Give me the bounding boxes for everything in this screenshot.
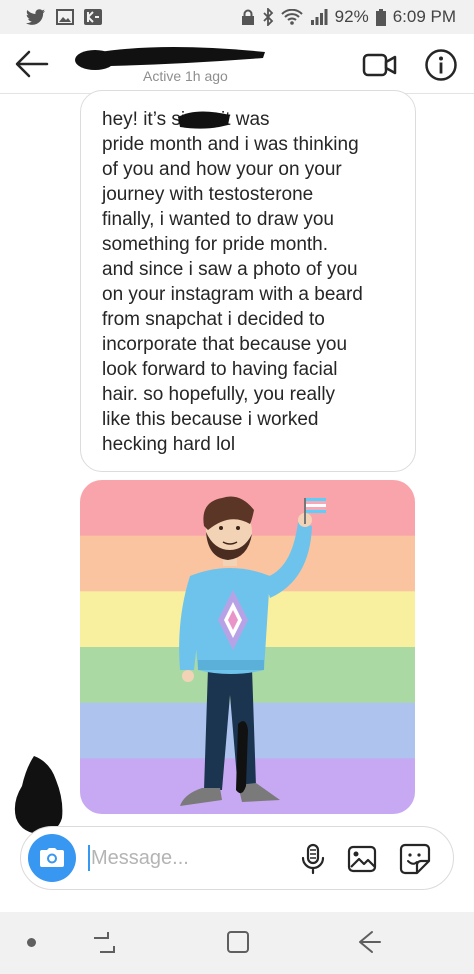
camera-icon bbox=[40, 848, 64, 867]
info-icon[interactable] bbox=[424, 48, 458, 82]
twitter-icon bbox=[26, 9, 45, 25]
wifi-icon bbox=[280, 9, 303, 25]
battery-percent: 92% bbox=[334, 7, 369, 26]
gallery-icon bbox=[56, 9, 74, 25]
gallery-icon[interactable] bbox=[347, 845, 377, 873]
microphone-icon[interactable] bbox=[299, 843, 327, 875]
status-bar: 92% 6:09 PM bbox=[0, 0, 474, 34]
message-composer bbox=[20, 826, 454, 890]
shared-drawing-image[interactable] bbox=[80, 480, 415, 814]
redacted-name-scribble bbox=[178, 111, 230, 129]
text-caret bbox=[88, 845, 90, 871]
nav-dot-icon[interactable] bbox=[27, 938, 36, 947]
recent-apps-icon[interactable] bbox=[90, 928, 118, 956]
lock-icon bbox=[241, 9, 254, 25]
flag-stripe bbox=[306, 501, 326, 504]
system-icons: 92% 6:09 PM bbox=[241, 7, 456, 27]
pride-drawing bbox=[80, 480, 415, 814]
redacted-scribble bbox=[14, 756, 63, 834]
camera-button[interactable] bbox=[28, 834, 76, 882]
bluetooth-icon bbox=[263, 8, 273, 26]
message-input[interactable] bbox=[91, 837, 281, 879]
flag-stripe bbox=[306, 507, 326, 510]
notification-icons bbox=[26, 9, 102, 25]
chat-header: Active 1h ago bbox=[0, 34, 474, 94]
home-icon[interactable] bbox=[224, 928, 252, 956]
message-bubble[interactable]: hey! it’s since it was pride month and i… bbox=[80, 90, 416, 472]
clock: 6:09 PM bbox=[392, 7, 456, 26]
sticker-icon[interactable] bbox=[399, 843, 431, 875]
back-icon[interactable] bbox=[354, 928, 382, 956]
flag-stripe bbox=[306, 510, 326, 513]
video-call-icon[interactable] bbox=[362, 50, 398, 80]
battery-icon bbox=[375, 8, 386, 26]
signal-icon bbox=[310, 9, 328, 25]
flag-stripe bbox=[306, 504, 326, 507]
back-arrow-icon[interactable] bbox=[14, 48, 50, 80]
redacted-contact-name[interactable] bbox=[75, 44, 267, 70]
active-status: Active 1h ago bbox=[143, 68, 228, 84]
flag-stripe bbox=[306, 498, 326, 501]
system-nav-bar bbox=[0, 912, 474, 974]
message-text: hey! it’s since it was pride month and i… bbox=[102, 109, 363, 455]
kik-icon bbox=[84, 9, 102, 25]
